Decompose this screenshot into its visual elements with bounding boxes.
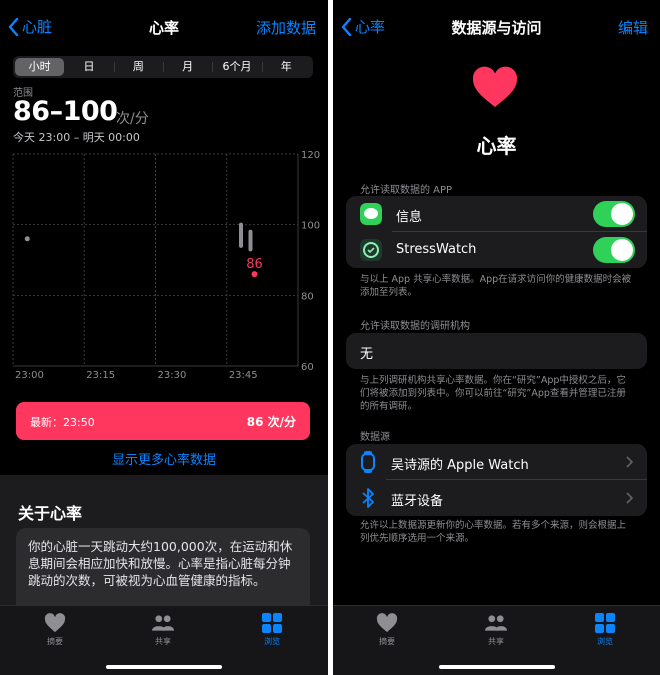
chevron-left-icon xyxy=(8,17,19,36)
segment-day[interactable]: 日 xyxy=(64,58,113,76)
research-empty-value: 无 xyxy=(360,347,374,362)
app-row-messages: 信息 xyxy=(346,196,647,232)
nav-bar: 心脏 心率 添加数据 xyxy=(0,0,328,52)
back-label[interactable]: 心脏 xyxy=(22,16,52,37)
research-section-header: 允许读取数据的调研机构 xyxy=(360,321,470,332)
tab-sharing[interactable]: 共享 xyxy=(466,613,526,647)
people-icon xyxy=(485,615,507,631)
highlight-value-label: 86 xyxy=(246,257,263,272)
y-tick-label: 60 xyxy=(301,362,314,373)
sources-footnote: 允许以上数据源更新你的心率数据。若有多个来源，则会根据上列优先顺序选用一个来源。 xyxy=(360,520,627,544)
heart-rate-screen: 心脏 心率 添加数据 小时 日 周 月 6个月 年 范围 86–100 次/分 … xyxy=(0,0,328,675)
tab-bar: 摘要 共享 浏览 xyxy=(333,605,660,675)
latest-reading-bar[interactable]: 最新：23:50 86 次/分 xyxy=(16,402,310,440)
add-data-button[interactable]: 添加数据 xyxy=(256,17,316,38)
tab-label: 摘要 xyxy=(379,637,395,646)
x-tick-label: 23:00 xyxy=(15,370,44,381)
nav-bar: 心率 数据源与访问 编辑 xyxy=(333,0,660,52)
time-range-text: 今天 23:00 – 明天 00:00 xyxy=(13,131,140,144)
research-list: 无 xyxy=(346,333,647,369)
source-name: 蓝牙设备 xyxy=(391,494,444,509)
segment-6-months[interactable]: 6个月 xyxy=(212,58,261,76)
segment-week[interactable]: 周 xyxy=(113,58,163,76)
range-value: 86–100 xyxy=(13,96,118,127)
stresswatch-icon xyxy=(360,239,382,261)
home-indicator xyxy=(106,665,222,669)
people-icon xyxy=(152,615,174,631)
tab-label: 摘要 xyxy=(47,637,63,646)
heart-icon xyxy=(44,613,66,633)
chevron-right-icon xyxy=(626,456,633,468)
x-tick-label: 23:30 xyxy=(158,370,187,381)
chevron-left-icon xyxy=(341,17,352,36)
app-name: 信息 xyxy=(396,210,423,225)
data-sources-screen: 心率 数据源与访问 编辑 心率 允许读取数据的 APP 信息 StressWat… xyxy=(333,0,660,675)
messages-access-toggle[interactable] xyxy=(593,201,635,227)
segment-hour[interactable]: 小时 xyxy=(15,58,65,76)
source-row-bluetooth[interactable]: 蓝牙设备 xyxy=(346,480,647,516)
about-text: 你的心脏一天跳动大约100,000次，在运动和休息期间会相应加快和放慢。心率是指… xyxy=(28,539,293,588)
heart-rate-chart[interactable]: 120 100 80 60 23:00 23:15 23:30 23:45 86 xyxy=(0,148,328,384)
x-tick-label: 23:15 xyxy=(86,370,115,381)
research-footnote: 与上列调研机构共享心率数据。你在“研究”App中授权之后，它们将被添加到列表中。… xyxy=(360,375,626,412)
back-button[interactable]: 心脏 xyxy=(8,16,52,37)
heart-icon xyxy=(472,66,518,107)
chevron-right-icon xyxy=(626,492,633,504)
y-tick-label: 120 xyxy=(301,150,320,161)
category-title: 心率 xyxy=(476,134,517,158)
y-tick-label: 80 xyxy=(301,291,314,302)
source-name: 吴诗源的 Apple Watch xyxy=(391,458,529,473)
data-point xyxy=(24,236,30,242)
bluetooth-icon xyxy=(362,488,374,508)
apps-footnote: 与以上 App 共享心率数据。App在请求访问你的健康数据时会被添加至列表。 xyxy=(360,274,632,298)
tab-label: 共享 xyxy=(488,637,504,646)
tab-summary[interactable]: 摘要 xyxy=(357,613,417,647)
watch-icon xyxy=(361,451,375,473)
back-label[interactable]: 心率 xyxy=(355,16,385,37)
about-title: 关于心率 xyxy=(18,504,83,523)
sources-section-header: 数据源 xyxy=(360,432,390,443)
x-tick-label: 23:45 xyxy=(229,370,258,381)
apps-section-header: 允许读取数据的 APP xyxy=(360,185,453,196)
apps-list: 信息 StressWatch xyxy=(346,196,647,268)
home-indicator xyxy=(438,665,555,669)
range-unit: 次/分 xyxy=(116,111,149,127)
stresswatch-access-toggle[interactable] xyxy=(593,237,635,263)
app-row-stresswatch: StressWatch xyxy=(346,232,647,268)
tab-bar: 摘要 共享 浏览 xyxy=(0,605,328,675)
tab-summary[interactable]: 摘要 xyxy=(25,613,85,647)
back-button[interactable]: 心率 xyxy=(341,16,385,37)
heart-icon xyxy=(376,613,398,633)
source-row-apple-watch[interactable]: 吴诗源的 Apple Watch xyxy=(346,444,647,480)
time-range-segmented-control: 小时 日 周 月 6个月 年 xyxy=(13,56,313,78)
tab-label: 浏览 xyxy=(597,637,613,646)
sources-list: 吴诗源的 Apple Watch 蓝牙设备 xyxy=(346,444,647,516)
grid-icon xyxy=(595,613,615,633)
tab-label: 浏览 xyxy=(264,637,280,646)
show-more-link[interactable]: 显示更多心率数据 xyxy=(0,449,328,468)
messages-icon xyxy=(360,203,382,225)
segment-month[interactable]: 月 xyxy=(162,58,212,76)
tab-label: 共享 xyxy=(155,637,171,646)
segment-year[interactable]: 年 xyxy=(261,58,311,76)
latest-value: 86 次/分 xyxy=(246,415,296,429)
tab-sharing[interactable]: 共享 xyxy=(133,613,193,647)
tab-browse[interactable]: 浏览 xyxy=(575,613,635,647)
edit-button[interactable]: 编辑 xyxy=(618,17,648,38)
tab-browse[interactable]: 浏览 xyxy=(242,613,302,647)
grid-icon xyxy=(262,613,282,633)
latest-label: 最新：23:50 xyxy=(30,416,95,429)
app-name: StressWatch xyxy=(396,242,477,257)
y-tick-label: 100 xyxy=(301,221,320,232)
